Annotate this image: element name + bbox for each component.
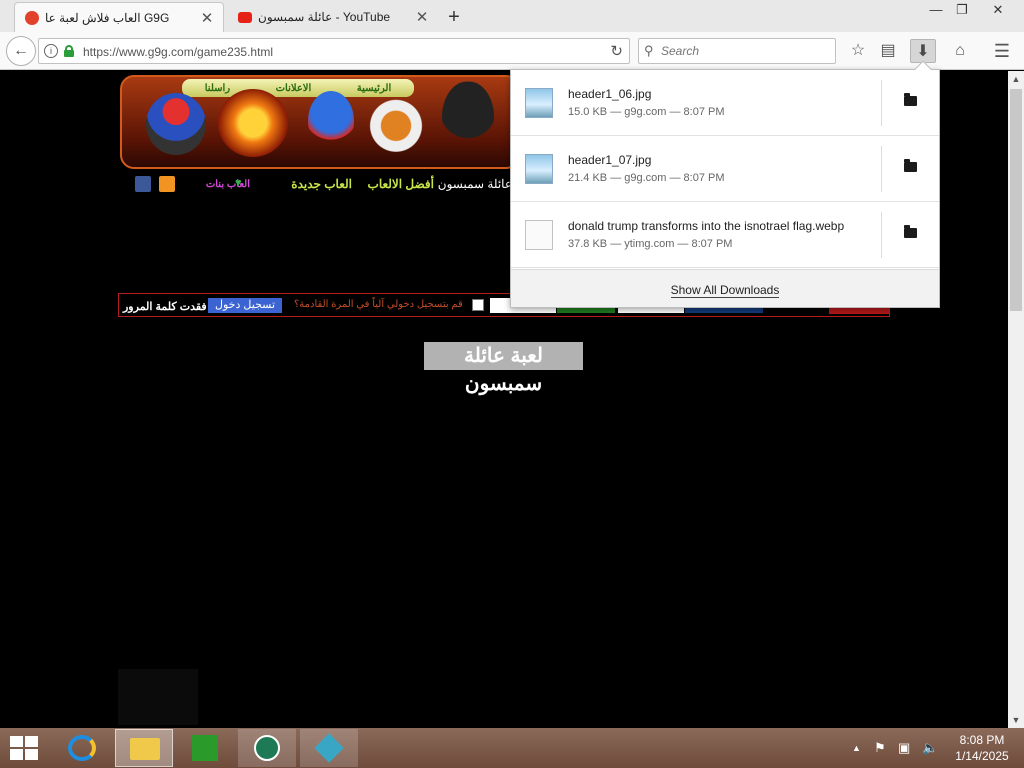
site-nav: عائلة سمبسون أفضل الالعاب العاب جديدة ال…: [130, 175, 520, 195]
reading-list-icon[interactable]: ▤: [875, 39, 901, 63]
clock-date: 1/14/2025: [955, 749, 1009, 763]
best-games-link[interactable]: أفضل الالعاب: [368, 177, 434, 191]
file-explorer-icon[interactable]: [115, 729, 173, 767]
remember-me-checkbox[interactable]: [472, 299, 484, 311]
site-header-banner: الرئيسية الاعلانات راسلنا: [120, 75, 520, 169]
login-button[interactable]: تسجيل دخول: [208, 298, 283, 313]
lock-icon: [64, 45, 74, 57]
menu-ads[interactable]: الاعلانات: [276, 83, 312, 94]
scroll-thumb[interactable]: [1010, 89, 1022, 311]
url-text[interactable]: https://www.g9g.com/game235.html: [83, 45, 273, 59]
header-menu: الرئيسية الاعلانات راسلنا: [182, 79, 414, 97]
network-icon[interactable]: ▣: [898, 740, 910, 756]
document-file-icon: [525, 220, 553, 250]
forgot-password-link[interactable]: فقدت كلمة المرور: [123, 300, 207, 313]
divider: [881, 212, 882, 258]
downloads-panel: header1_06.jpg 15.0 KB — g9g.com — 8:07 …: [510, 60, 940, 308]
app-circle-icon[interactable]: [238, 729, 296, 767]
reload-icon[interactable]: ↻: [610, 42, 623, 60]
download-meta: 37.8 KB — ytimg.com — 8:07 PM: [568, 238, 733, 250]
page-scrollbar[interactable]: ▲ ▼: [1008, 71, 1024, 728]
download-meta: 21.4 KB — g9g.com — 8:07 PM: [568, 172, 725, 184]
clock-time: 8:08 PM: [959, 733, 1005, 747]
home-icon[interactable]: ⌂: [947, 39, 973, 63]
site-info-icon[interactable]: i: [44, 44, 58, 58]
divider: [881, 80, 882, 126]
download-item[interactable]: header1_06.jpg 15.0 KB — g9g.com — 8:07 …: [511, 70, 939, 136]
close-window-button[interactable]: ✕: [986, 2, 1010, 18]
tab-g9g[interactable]: العاب فلاش لعبة عا G9G ✕: [14, 2, 224, 32]
batman-image: [442, 81, 494, 153]
tab-strip: العاب فلاش لعبة عا G9G ✕ عائلة سمبسون - …: [0, 0, 1024, 32]
download-filename: header1_07.jpg: [568, 153, 652, 167]
game-title: لعبة عائلة سمبسون: [424, 342, 583, 395]
menu-icon[interactable]: ☰: [989, 39, 1015, 63]
open-folder-icon[interactable]: [904, 93, 917, 106]
basketball-hoop-image: [362, 97, 430, 161]
windows-start-icon[interactable]: [10, 736, 38, 760]
tab-title: عائلة سمبسون - YouTube: [258, 10, 391, 24]
download-item[interactable]: donald trump transforms into the isnotra…: [511, 202, 939, 268]
rss-icon[interactable]: [159, 176, 175, 192]
restore-button[interactable]: ❐: [950, 2, 974, 18]
bookmark-star-icon[interactable]: ☆: [845, 39, 871, 63]
internet-explorer-icon[interactable]: [52, 729, 110, 767]
show-all-downloads-button[interactable]: Show All Downloads: [511, 269, 939, 307]
download-filename: header1_06.jpg: [568, 87, 652, 101]
app-cube-icon[interactable]: [300, 729, 358, 767]
open-folder-icon[interactable]: [904, 159, 917, 172]
heart-icon: ♥: [235, 177, 242, 189]
system-clock[interactable]: 8:08 PM 1/14/2025: [952, 732, 1012, 764]
download-filename: donald trump transforms into the isnotra…: [568, 219, 845, 233]
search-input[interactable]: [661, 44, 831, 58]
fire-emblem-image: [218, 89, 288, 157]
minimize-button[interactable]: —: [924, 2, 948, 17]
search-box[interactable]: ⚲: [638, 38, 836, 64]
address-bar[interactable]: i https://www.g9g.com/game235.html ↻: [38, 38, 630, 64]
game-area[interactable]: [118, 669, 198, 725]
navigation-toolbar: ← i https://www.g9g.com/game235.html ↻ ⚲…: [0, 32, 1024, 70]
g9g-favicon-icon: [25, 10, 39, 25]
scroll-up-icon[interactable]: ▲: [1008, 71, 1024, 87]
taskbar: ▲ ⚑ ▣ 🔈 8:08 PM 1/14/2025: [0, 728, 1024, 768]
new-tab-button[interactable]: +: [444, 6, 464, 29]
downloads-icon[interactable]: ⬇: [910, 39, 936, 63]
youtube-favicon-icon: [238, 11, 252, 23]
download-meta: 15.0 KB — g9g.com — 8:07 PM: [568, 106, 725, 118]
game-name-link[interactable]: عائلة سمبسون: [438, 177, 512, 191]
new-games-link[interactable]: العاب جديدة: [291, 177, 352, 191]
image-file-icon: [525, 154, 553, 184]
scroll-down-icon[interactable]: ▼: [1008, 712, 1024, 728]
divider: [881, 146, 882, 192]
show-hidden-icons-icon[interactable]: ▲: [852, 743, 861, 753]
close-tab-icon[interactable]: ✕: [197, 9, 217, 27]
volume-muted-icon[interactable]: 🔈: [922, 740, 938, 756]
image-file-icon: [525, 88, 553, 118]
back-button[interactable]: ←: [6, 36, 36, 66]
menu-home[interactable]: الرئيسية: [357, 83, 391, 94]
mario-kart-image: [146, 93, 206, 155]
facebook-icon[interactable]: [135, 176, 151, 192]
tab-title: العاب فلاش لعبة عا G9G: [45, 10, 170, 25]
download-item[interactable]: header1_07.jpg 21.4 KB — g9g.com — 8:07 …: [511, 136, 939, 202]
remember-me-label: قم بتسجيل دخولي آلياً في المرة القادمة؟: [294, 299, 463, 310]
menu-contact[interactable]: راسلنا: [205, 83, 230, 94]
sonic-image: [308, 91, 354, 151]
close-tab-icon[interactable]: ✕: [412, 8, 432, 26]
tab-youtube[interactable]: عائلة سمبسون - YouTube ✕: [228, 2, 438, 32]
open-folder-icon[interactable]: [904, 225, 917, 238]
show-all-downloads-label: Show All Downloads: [670, 283, 780, 298]
search-icon: ⚲: [644, 43, 654, 58]
store-icon[interactable]: [176, 729, 234, 767]
action-center-flag-icon[interactable]: ⚑: [874, 740, 886, 756]
girls-games-link[interactable]: العاب بنات: [206, 179, 250, 190]
